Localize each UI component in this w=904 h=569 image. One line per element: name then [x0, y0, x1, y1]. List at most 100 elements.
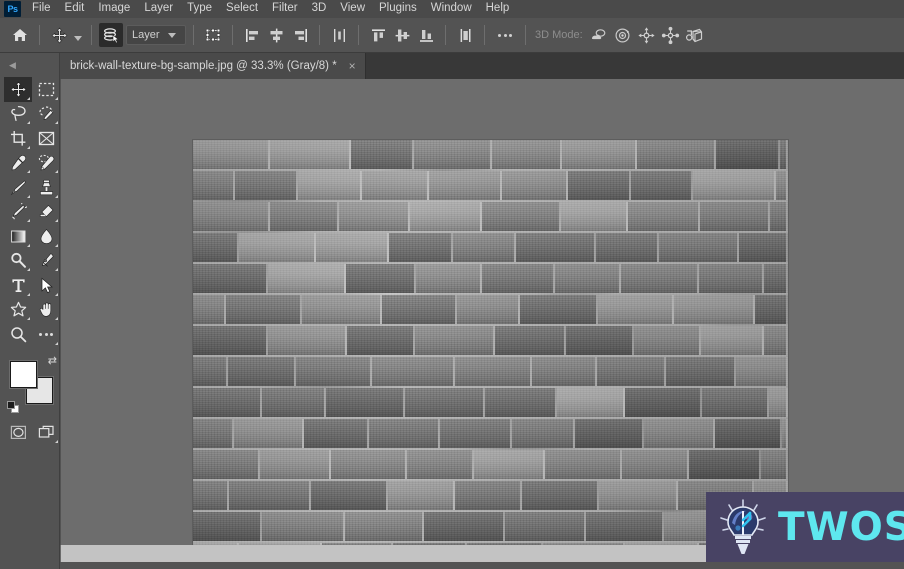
brick — [702, 388, 769, 417]
tools-grid — [4, 77, 60, 347]
frame-tool[interactable] — [32, 126, 60, 151]
menu-image[interactable]: Image — [91, 0, 137, 18]
align-left-edges-icon[interactable] — [240, 23, 264, 47]
distribute-vertical-icon[interactable] — [453, 23, 477, 47]
canvas-work-area[interactable] — [61, 79, 904, 562]
tools-panel: ◀ ⇄ — [4, 53, 60, 569]
brick — [410, 202, 482, 231]
menu-3d[interactable]: 3D — [305, 0, 334, 18]
brick — [346, 264, 416, 293]
menu-window[interactable]: Window — [424, 0, 479, 18]
align-right-edges-icon[interactable] — [288, 23, 312, 47]
menu-help[interactable]: Help — [479, 0, 517, 18]
brick — [674, 295, 755, 324]
history-brush-tool[interactable] — [4, 200, 32, 225]
photoshop-window: Ps File Edit Image Layer Type Select Fil… — [0, 0, 904, 569]
edit-toolbar-tool[interactable] — [32, 322, 60, 347]
move-tool[interactable] — [4, 77, 32, 102]
brick — [270, 140, 351, 169]
3d-drag-icon[interactable] — [635, 23, 659, 47]
brick — [268, 264, 346, 293]
align-bottom-edges-icon[interactable] — [414, 23, 438, 47]
align-top-edges-icon[interactable] — [366, 23, 390, 47]
layer-stack-icon[interactable] — [99, 23, 123, 47]
crop-tool[interactable] — [4, 126, 32, 151]
menu-type[interactable]: Type — [180, 0, 219, 18]
options-separator-6 — [358, 25, 359, 45]
brick — [739, 233, 788, 262]
brick — [193, 419, 234, 448]
auto-select-dropdown[interactable]: Layer — [126, 25, 186, 45]
brick — [699, 264, 764, 293]
hand-tool[interactable] — [32, 298, 60, 323]
foreground-color-swatch[interactable] — [10, 360, 37, 388]
transform-controls-icon[interactable] — [201, 23, 225, 47]
quick-mask-button[interactable] — [4, 421, 32, 446]
close-icon[interactable]: × — [346, 60, 359, 73]
quick-selection-tool[interactable] — [32, 102, 60, 127]
brick — [457, 295, 520, 324]
gradient-tool[interactable] — [4, 224, 32, 249]
horizontal-type-tool[interactable] — [4, 273, 32, 298]
3d-scale-icon[interactable] — [683, 23, 707, 47]
spot-healing-brush-tool[interactable] — [32, 151, 60, 176]
menu-layer[interactable]: Layer — [137, 0, 180, 18]
document-tab-active[interactable]: brick-wall-texture-bg-sample.jpg @ 33.3%… — [60, 53, 366, 79]
brick — [193, 202, 270, 231]
tool-flyout-indicator — [27, 194, 30, 198]
menu-filter[interactable]: Filter — [265, 0, 305, 18]
brick — [776, 171, 788, 200]
ellipsis-icon[interactable] — [492, 24, 518, 46]
move-tool-icon[interactable] — [47, 23, 71, 47]
path-selection-tool[interactable] — [32, 273, 60, 298]
chevron-left-icon: ◀ — [9, 59, 16, 70]
chevron-down-icon[interactable] — [71, 23, 84, 47]
clone-stamp-tool[interactable] — [32, 175, 60, 200]
menu-edit[interactable]: Edit — [58, 0, 92, 18]
eyedropper-tool[interactable] — [4, 151, 32, 176]
brick — [339, 202, 410, 231]
3d-rotate-icon[interactable] — [587, 23, 611, 47]
menu-select[interactable]: Select — [219, 0, 265, 18]
brush-tool[interactable] — [4, 175, 32, 200]
zoom-tool[interactable] — [4, 322, 32, 347]
align-horizontal-centers-icon[interactable] — [264, 23, 288, 47]
tools-panel-collapse[interactable]: ◀ — [4, 58, 60, 72]
menu-view[interactable]: View — [333, 0, 372, 18]
pen-tool[interactable] — [32, 249, 60, 274]
photoshop-logo-icon[interactable]: Ps — [4, 1, 21, 17]
align-vertical-centers-icon[interactable] — [390, 23, 414, 47]
custom-shape-tool[interactable] — [4, 298, 32, 323]
color-swatches: ⇄ — [4, 355, 60, 417]
document-canvas[interactable] — [193, 140, 788, 545]
swap-colors-icon[interactable]: ⇄ — [48, 355, 57, 367]
brick — [532, 357, 597, 386]
distribute-horizontal-icon[interactable] — [327, 23, 351, 47]
menu-file[interactable]: File — [25, 0, 58, 18]
brick — [234, 419, 304, 448]
blur-tool[interactable] — [32, 224, 60, 249]
home-icon[interactable] — [8, 23, 32, 47]
eraser-tool[interactable] — [32, 200, 60, 225]
brick-row — [193, 202, 788, 233]
brick — [193, 326, 268, 355]
brick — [666, 357, 736, 386]
brick — [557, 388, 625, 417]
lasso-tool[interactable] — [4, 102, 32, 127]
brick — [599, 481, 678, 510]
3d-roll-icon[interactable] — [611, 23, 635, 47]
default-colors-icon[interactable] — [7, 400, 19, 413]
brick — [193, 264, 268, 293]
tool-flyout-indicator — [27, 170, 30, 173]
dodge-tool[interactable] — [4, 249, 32, 274]
menu-plugins[interactable]: Plugins — [372, 0, 424, 18]
options-bar: Layer 3D Mode: — [0, 18, 904, 53]
3d-slide-icon[interactable] — [659, 23, 683, 47]
brick — [268, 326, 347, 355]
brick — [193, 357, 228, 386]
brick-row — [193, 295, 788, 326]
rectangular-marquee-tool[interactable] — [32, 77, 60, 102]
screen-mode-button[interactable] — [32, 421, 60, 446]
document-tab-title: brick-wall-texture-bg-sample.jpg @ 33.3%… — [70, 60, 337, 72]
brick-row — [193, 140, 788, 171]
